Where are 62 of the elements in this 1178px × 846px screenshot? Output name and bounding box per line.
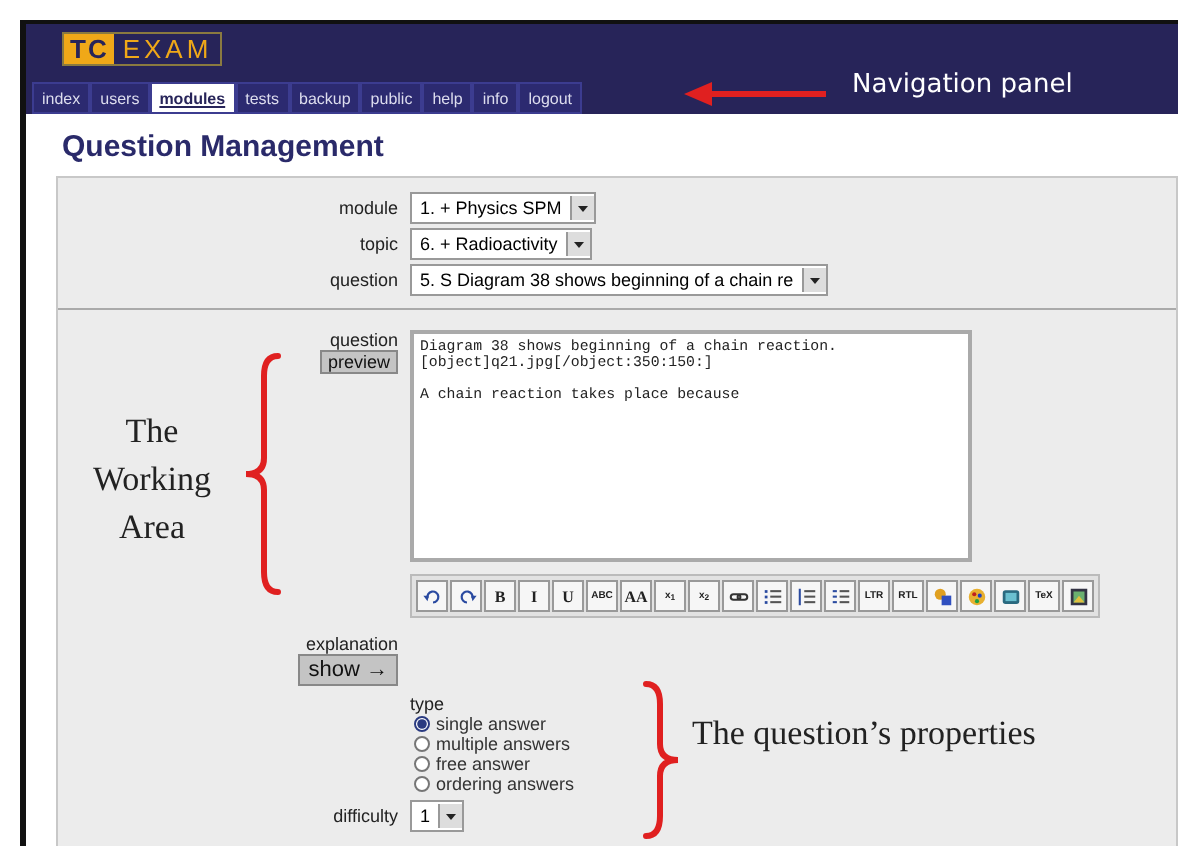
nav-tab[interactable]: index: [32, 82, 91, 114]
radio-label: free answer: [436, 754, 531, 774]
radio-label: single answer: [436, 714, 547, 734]
nav-tab[interactable]: public: [360, 82, 423, 114]
nav-tab[interactable]: tests: [235, 82, 289, 114]
toolbar-button[interactable]: [790, 580, 822, 612]
radio-button[interactable]: [414, 776, 430, 792]
field-label: type: [410, 694, 447, 714]
annotation-text: Navigation panel: [852, 70, 1073, 100]
page-title: Question Management: [60, 128, 386, 168]
monitor-icon: [999, 585, 1021, 607]
undo-icon: [421, 585, 443, 607]
logo: TC EXAM: [62, 32, 223, 66]
toolbar-button[interactable]: B: [484, 580, 516, 612]
nav-tab[interactable]: help: [422, 82, 473, 114]
shapes-icon: [931, 585, 953, 607]
annotation-text: The Working Area: [90, 410, 214, 550]
field-label: topic: [359, 234, 398, 254]
annotation-text: The question’s properties: [692, 714, 1036, 754]
toolbar-button[interactable]: [722, 580, 754, 612]
select-field[interactable]: 1: [410, 800, 465, 832]
select-field[interactable]: 1. + Physics SPM: [410, 192, 596, 224]
nav-tab[interactable]: backup: [289, 82, 361, 114]
radio-option[interactable]: single answer: [414, 714, 547, 734]
toolbar-button[interactable]: U: [552, 580, 584, 612]
radio-button[interactable]: [414, 756, 430, 772]
select-field[interactable]: 6. + Radioactivity: [410, 228, 592, 260]
nav-tab[interactable]: modules: [149, 82, 236, 114]
toolbar-button[interactable]: [1062, 580, 1094, 612]
select-field[interactable]: 5. S Diagram 38 shows beginning of a chain re: [410, 264, 828, 296]
image-icon: [1067, 585, 1089, 607]
preview-button[interactable]: preview: [319, 350, 398, 374]
show-button[interactable]: show →: [298, 654, 398, 686]
arrow: [684, 80, 828, 108]
toolbar-button[interactable]: [994, 580, 1026, 612]
toolbar-button[interactable]: [756, 580, 788, 612]
toolbar-button[interactable]: [926, 580, 958, 612]
field-label: question: [329, 330, 398, 350]
toolbar-button[interactable]: [824, 580, 856, 612]
numbered-list-icon: [795, 585, 817, 607]
radio-button[interactable]: [414, 716, 430, 732]
toolbar-button[interactable]: [416, 580, 448, 612]
caret-icon: [577, 205, 588, 211]
caret-icon: [809, 277, 820, 283]
bullet-list-icon: [761, 585, 783, 607]
field-label: difficulty: [333, 806, 398, 826]
toolbar-button[interactable]: AA: [620, 580, 652, 612]
redo-icon: [455, 585, 477, 607]
field-label: question: [329, 270, 398, 290]
caret-icon: [446, 813, 457, 819]
list-icon: [829, 585, 851, 607]
nav-tab[interactable]: logout: [518, 82, 583, 114]
nav-tab[interactable]: users: [90, 82, 150, 114]
caret-icon: [573, 241, 584, 247]
radio-option[interactable]: free answer: [414, 754, 531, 774]
nav-tab[interactable]: info: [472, 82, 519, 114]
toolbar-button[interactable]: I: [518, 580, 550, 612]
field-label: module: [338, 198, 398, 218]
toolbar-button[interactable]: [450, 580, 482, 612]
radio-button[interactable]: [414, 736, 430, 752]
palette-icon: [965, 585, 987, 607]
field-label: explanation: [305, 634, 398, 654]
